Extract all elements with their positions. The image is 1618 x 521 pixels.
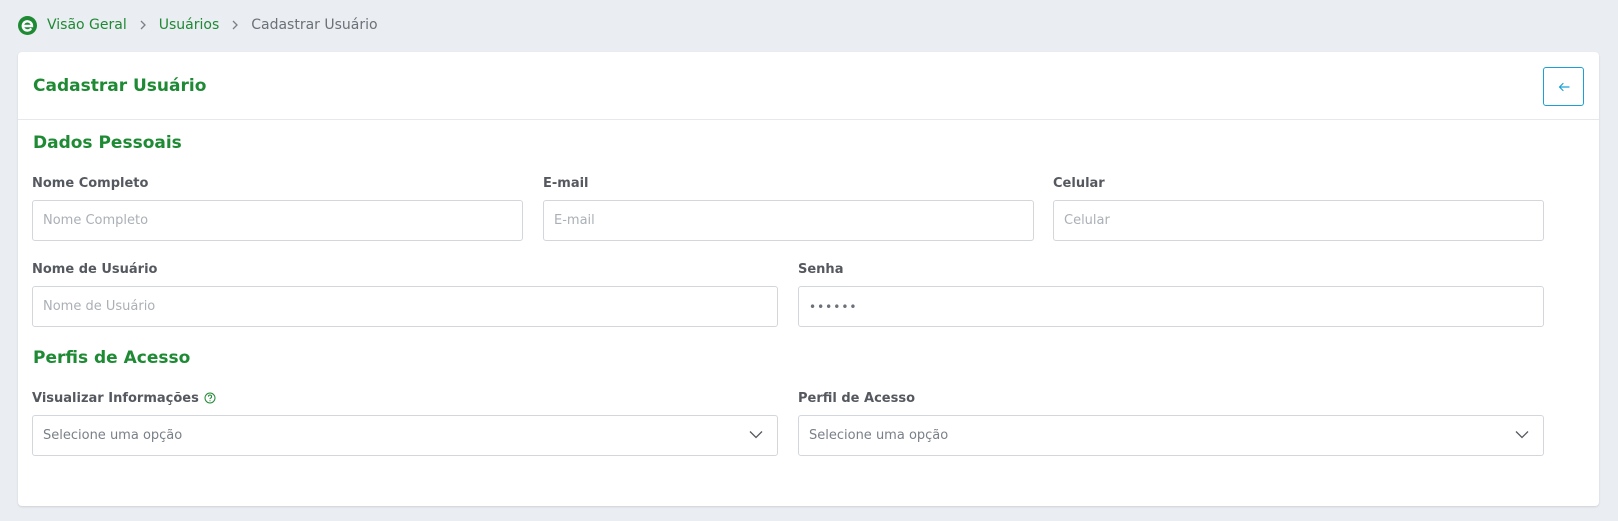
username-group: Nome de Usuário Nome de Usuário: [32, 260, 778, 327]
chevron-right-icon: [231, 20, 239, 30]
full-name-label: Nome Completo: [32, 175, 149, 191]
chevron-down-icon: [749, 430, 763, 439]
chevron-down-icon: [1515, 430, 1529, 439]
username-input[interactable]: Nome de Usuário: [32, 286, 778, 327]
breadcrumb-home-link[interactable]: Visão Geral: [47, 17, 127, 33]
email-group: E-mail E-mail: [543, 174, 1034, 241]
full-name-input[interactable]: Nome Completo: [32, 200, 523, 241]
page-title: Cadastrar Usuário: [33, 76, 207, 96]
section-title-personal: Dados Pessoais: [33, 133, 182, 153]
view-info-label-row: Visualizar Informações: [32, 389, 778, 407]
arrow-left-icon: [1558, 82, 1570, 92]
phone-label: Celular: [1053, 175, 1105, 191]
view-info-select[interactable]: Selecione uma opção: [32, 415, 778, 456]
access-profile-value: Selecione uma opção: [809, 428, 949, 443]
username-label: Nome de Usuário: [32, 261, 158, 277]
app-logo-icon[interactable]: [18, 15, 37, 35]
email-input[interactable]: E-mail: [543, 200, 1034, 241]
access-profile-label: Perfil de Acesso: [798, 390, 916, 406]
access-profile-group: Perfil de Acesso Selecione uma opção: [798, 389, 1544, 456]
back-button[interactable]: [1543, 67, 1584, 106]
register-user-card: Cadastrar Usuário Dados Pessoais Nome Co…: [18, 52, 1599, 506]
password-label: Senha: [798, 261, 844, 277]
breadcrumb: Visão Geral Usuários Cadastrar Usuário: [18, 14, 378, 36]
view-info-group: Visualizar Informações Selecione uma opç…: [32, 389, 778, 456]
phone-input[interactable]: Celular: [1053, 200, 1544, 241]
phone-group: Celular Celular: [1053, 174, 1544, 241]
help-circle-icon[interactable]: [204, 392, 216, 404]
full-name-group: Nome Completo Nome Completo: [32, 174, 523, 241]
password-input[interactable]: ••••••: [798, 286, 1544, 327]
breadcrumb-current: Cadastrar Usuário: [251, 17, 378, 33]
email-label: E-mail: [543, 175, 589, 191]
view-info-value: Selecione uma opção: [43, 428, 183, 443]
password-group: Senha ••••••: [798, 260, 1544, 327]
view-info-label: Visualizar Informações: [32, 390, 199, 406]
section-title-access: Perfis de Acesso: [33, 348, 191, 368]
card-header: Cadastrar Usuário: [18, 52, 1599, 120]
chevron-right-icon: [139, 20, 147, 30]
access-profile-select[interactable]: Selecione uma opção: [798, 415, 1544, 456]
breadcrumb-users-link[interactable]: Usuários: [159, 17, 220, 33]
